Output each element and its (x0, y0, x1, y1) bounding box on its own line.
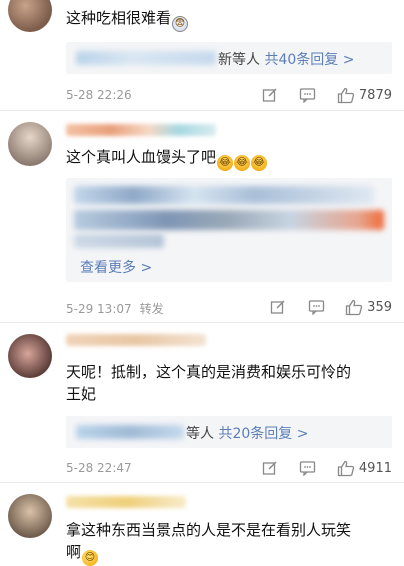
avatar[interactable] (8, 334, 52, 378)
comment-actions: 359 (269, 297, 392, 317)
like-count: 7879 (358, 87, 392, 103)
blurred-username (66, 496, 186, 508)
smile-emoji-icon: 😊 (82, 550, 99, 566)
reply-box[interactable]: 新等人 共40条回复 > (66, 42, 392, 74)
blurred-reply-text (74, 186, 374, 204)
avatar[interactable] (8, 0, 52, 32)
comment-text: 这个真叫人血馒头了吧 😂 😂 😂 (66, 146, 268, 171)
comment-text-line-2: 啊 😊 (66, 541, 351, 566)
reply-count: 共40条回复 > (264, 52, 355, 68)
comment-2: 这个真叫人血馒头了吧 😂 😂 😂 查看更多 > 5-29 13:07 转发 359 (0, 112, 404, 324)
blurred-username (66, 124, 216, 136)
comment-meta: 5-29 13:07 转发 (66, 300, 164, 317)
comment-text-line: 天呢！抵制，这个真的是消费和娱乐可怜的 (66, 363, 352, 381)
reply-count-link[interactable]: 等人 共20条回复 > (186, 423, 308, 443)
blurred-reply-text (74, 210, 384, 230)
comment-time: 5-28 22:26 (66, 88, 132, 102)
comment-text-line: 王妃 (66, 385, 97, 403)
comment-time: 5-28 22:47 (66, 461, 132, 475)
comment-3: 天呢！抵制，这个真的是消费和娱乐可怜的 王妃 等人 共20条回复 > 5-28 … (0, 324, 404, 484)
like-button[interactable]: 7879 (337, 87, 392, 104)
comment-time: 5-29 13:07 (66, 302, 132, 316)
avatar[interactable] (8, 122, 52, 166)
blurred-username (66, 334, 206, 346)
reply-count-link[interactable]: 新等人 共40条回复 > (218, 49, 354, 69)
comment-1: 这种吃相很难看 😨 新等人 共40条回复 > 5-28 22:26 7879 (0, 0, 404, 112)
blurred-reply-name (76, 51, 216, 65)
like-count: 4911 (358, 460, 392, 476)
blurred-reply-name (76, 425, 184, 439)
comment-text-content: 这个真叫人血馒头了吧 (66, 148, 217, 166)
see-more-link[interactable]: 查看更多 > (80, 257, 152, 277)
comment-actions: 7879 (261, 85, 392, 105)
blurred-reply-text (74, 234, 164, 248)
comment-text: 这种吃相很难看 😨 (66, 7, 189, 32)
thumbs-up-icon (337, 460, 355, 476)
edit-icon[interactable] (269, 298, 287, 316)
comment-4: 拿这种东西当景点的人是不是在看别人玩笑 啊 😊 (0, 484, 404, 566)
comment-actions: 4911 (261, 458, 392, 478)
comment-text-content: 这种吃相很难看 (66, 9, 172, 27)
like-button[interactable]: 359 (345, 299, 392, 316)
comment-text-line: 拿这种东西当景点的人是不是在看别人玩笑 (66, 521, 352, 539)
comment-text: 天呢！抵制，这个真的是消费和娱乐可怜的 王妃 (66, 361, 351, 405)
laugh-cry-emoji-icon: 😂 (251, 155, 268, 171)
comment-icon[interactable] (299, 459, 317, 477)
comment-icon[interactable] (299, 86, 317, 104)
laugh-cry-emoji-icon: 😂 (217, 155, 234, 171)
avatar[interactable] (8, 494, 52, 538)
edit-icon[interactable] (261, 86, 279, 104)
divider (0, 110, 404, 111)
shocked-emoji-icon: 😨 (172, 16, 189, 32)
reply-box[interactable]: 查看更多 > (66, 178, 392, 282)
reply-prefix: 等人 (186, 426, 214, 442)
laugh-cry-emoji-icon: 😂 (234, 155, 251, 171)
comment-icon[interactable] (307, 298, 325, 316)
edit-icon[interactable] (261, 459, 279, 477)
divider (0, 482, 404, 483)
comment-text: 拿这种东西当景点的人是不是在看别人玩笑 啊 😊 (66, 519, 351, 566)
thumbs-up-icon (346, 299, 363, 315)
reply-prefix: 新等人 (218, 52, 260, 68)
divider (0, 322, 404, 323)
thumbs-up-icon (337, 87, 355, 103)
repost-link[interactable]: 转发 (140, 302, 164, 316)
reply-count: 共20条回复 > (218, 426, 309, 442)
reply-box[interactable]: 等人 共20条回复 > (66, 416, 392, 448)
like-button[interactable]: 4911 (337, 460, 392, 477)
comment-text-line: 啊 (66, 543, 82, 561)
like-count: 359 (367, 299, 392, 315)
